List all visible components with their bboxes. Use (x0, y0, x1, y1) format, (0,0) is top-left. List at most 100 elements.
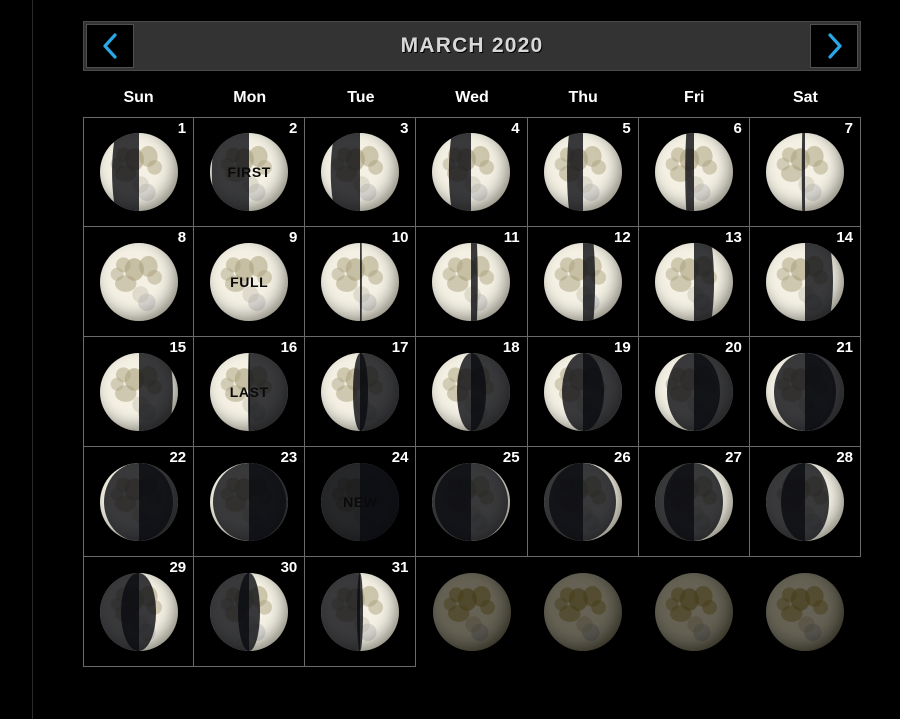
date-number: 4 (511, 120, 520, 137)
month-year-title: MARCH 2020 (400, 34, 544, 57)
moon-phase-graphic (655, 573, 734, 651)
moon-phase-graphic (210, 572, 289, 651)
moon-disc (543, 462, 622, 541)
date-number: 27 (725, 449, 742, 466)
phase-label: NEW (343, 493, 378, 510)
calendar-day-cell[interactable]: 11 (416, 227, 528, 337)
date-number: 6 (733, 120, 742, 137)
date-number: 9 (288, 229, 298, 246)
calendar-day-cell[interactable]: 30 (194, 557, 306, 667)
date-number: 31 (391, 559, 409, 576)
moon-phase-graphic (321, 572, 400, 651)
moon-disc (99, 462, 178, 541)
calendar-day-cell[interactable]: 18 (416, 337, 528, 447)
date-number: 16 (280, 339, 298, 356)
calendar-cell-empty (639, 557, 750, 667)
moon-phase-graphic (99, 352, 178, 431)
date-number: 18 (502, 339, 520, 356)
moon-disc (210, 572, 289, 651)
calendar-day-cell[interactable]: 14 (749, 227, 861, 337)
moon-phase-graphic (543, 242, 622, 321)
calendar-day-cell[interactable]: 16 LAST (194, 337, 306, 447)
calendar-day-cell[interactable]: 29 (83, 557, 195, 667)
moon-disc (543, 352, 622, 431)
moon-disc (654, 462, 733, 541)
date-number: 3 (400, 120, 409, 137)
date-number: 1 (177, 120, 187, 137)
phase-label: FIRST (227, 164, 271, 180)
calendar-day-cell[interactable]: 9 FULL (194, 227, 306, 337)
moon-phase-graphic (432, 242, 511, 321)
calendar-cell-empty (750, 557, 861, 667)
date-number: 20 (725, 339, 742, 356)
date-number: 30 (280, 559, 298, 576)
moon-phase-graphic (765, 462, 844, 541)
moon-disc (432, 573, 511, 651)
date-number: 14 (836, 229, 853, 246)
moon-disc (210, 462, 289, 541)
moon-phase-graphic (99, 133, 178, 211)
calendar-day-cell[interactable]: 19 (527, 337, 639, 447)
moon-phase-graphic (99, 242, 178, 321)
moon-disc (432, 462, 511, 541)
date-number: 11 (503, 229, 520, 246)
calendar-day-cell[interactable]: 8 (83, 227, 195, 337)
calendar-day-cell[interactable]: 17 (305, 337, 417, 447)
date-number: 29 (169, 559, 187, 576)
calendar-day-cell[interactable]: 2 FIRST (194, 117, 306, 227)
moon-phase-graphic (432, 352, 511, 431)
moon-phase-graphic (765, 242, 844, 321)
prev-month-button[interactable] (86, 24, 134, 68)
moon-disc (321, 572, 400, 651)
moon-disc (765, 133, 844, 211)
calendar-day-cell[interactable]: 10 (305, 227, 417, 337)
calendar-day-cell[interactable]: 6 (638, 117, 750, 227)
date-number: 5 (622, 120, 631, 137)
date-number: 12 (614, 229, 631, 246)
calendar-day-cell[interactable]: 25 (416, 447, 528, 557)
weekday-sat: Sat (792, 89, 818, 106)
moon-phase-graphic (432, 133, 511, 211)
moon-phase-graphic (654, 462, 733, 541)
weekday-mon: Mon (233, 89, 267, 106)
calendar-day-cell[interactable]: 24 NEW (305, 447, 417, 557)
calendar-day-cell[interactable]: 13 (638, 227, 750, 337)
calendar-day-cell[interactable]: 23 (194, 447, 306, 557)
moon-phase-graphic (432, 573, 511, 651)
weekday-sun: Sun (123, 89, 154, 106)
date-number: 8 (177, 229, 187, 246)
calendar-day-cell[interactable]: 7 (749, 117, 861, 227)
calendar-day-cell[interactable]: 20 (638, 337, 750, 447)
calendar-day-cell[interactable]: 28 (749, 447, 861, 557)
next-month-button[interactable] (810, 24, 858, 68)
weekday-fri: Fri (684, 89, 705, 106)
date-number: 15 (169, 339, 187, 356)
moon-disc (543, 133, 622, 211)
calendar-header: MARCH 2020 (83, 21, 861, 71)
calendar-day-cell[interactable]: 15 (83, 337, 195, 447)
calendar-day-cell[interactable]: 21 (749, 337, 861, 447)
phase-label: FULL (230, 273, 269, 290)
calendar-day-cell[interactable]: 4 (416, 117, 528, 227)
calendar-cell-empty (528, 557, 639, 667)
weekday-wed: Wed (455, 89, 489, 106)
weekday-thu: Thu (568, 89, 598, 106)
calendar-day-cell[interactable]: 1 (83, 117, 195, 227)
calendar-day-cell[interactable]: 3 (305, 117, 417, 227)
calendar-day-cell[interactable]: 26 (527, 447, 639, 557)
calendar-grid: 1 2 FIRST 3 4 5 6 7 8 9 FULL 10 11 12 13 14 15 16 LAST 17 18… (83, 117, 861, 667)
calendar-day-cell[interactable]: 27 (638, 447, 750, 557)
moon-phase-graphic (321, 352, 400, 431)
moon-phase-graphic (321, 133, 400, 211)
moon-disc (99, 352, 178, 431)
calendar-day-cell[interactable]: 5 (527, 117, 639, 227)
calendar-day-cell[interactable]: 12 (527, 227, 639, 337)
moon-phase-calendar: MARCH 2020 Sun Mon Tue Wed Thu Fri Sat 1… (83, 21, 861, 667)
calendar-day-cell[interactable]: 31 (305, 557, 417, 667)
moon-disc (654, 352, 733, 431)
moon-disc (765, 462, 844, 541)
date-number: 25 (502, 449, 520, 466)
chevron-right-icon (824, 31, 844, 61)
phase-label: LAST (229, 383, 269, 400)
calendar-day-cell[interactable]: 22 (83, 447, 195, 557)
